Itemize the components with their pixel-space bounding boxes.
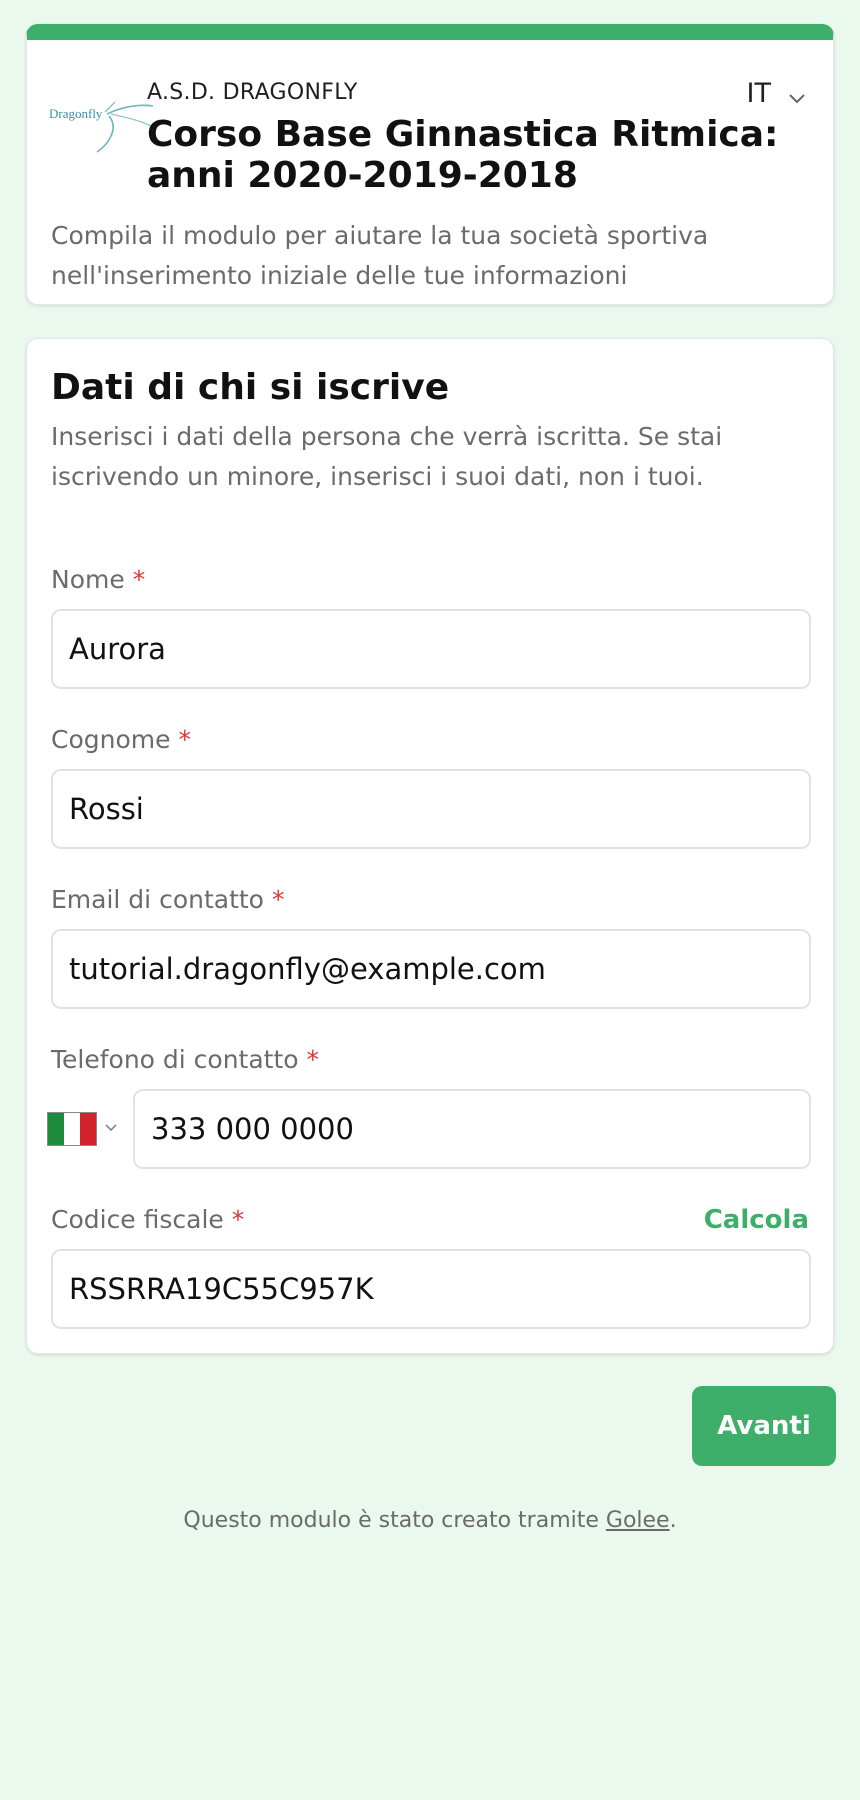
next-button[interactable]: Avanti [692, 1386, 836, 1466]
language-selector[interactable]: IT [747, 78, 807, 109]
email-label-text: Email di contatto [51, 885, 264, 914]
section-description: Inserisci i dati della persona che verrà… [51, 422, 723, 491]
required-marker: * [306, 1045, 320, 1074]
codice-fiscale-label-text: Codice fiscale [51, 1205, 224, 1234]
golee-link[interactable]: Golee [606, 1508, 670, 1533]
required-marker: * [132, 565, 146, 594]
cognome-label: Cognome * [51, 725, 191, 754]
calcola-link[interactable]: Calcola [704, 1205, 809, 1235]
footer-note: Questo modulo è stato creato tramite Gol… [0, 1508, 860, 1533]
codice-fiscale-input[interactable] [51, 1249, 811, 1329]
email-label: Email di contatto * [51, 885, 284, 914]
nome-label-text: Nome [51, 565, 125, 594]
email-input[interactable] [51, 929, 811, 1009]
page-subtitle: Compila il modulo per aiutare la tua soc… [51, 221, 709, 290]
italy-flag-icon [47, 1112, 97, 1146]
telefono-label: Telefono di contatto * [51, 1045, 319, 1074]
cognome-input[interactable] [51, 769, 811, 849]
telefono-label-text: Telefono di contatto [51, 1045, 299, 1074]
required-marker: * [231, 1205, 245, 1234]
footer-text-end: . [669, 1508, 677, 1533]
dragonfly-logo: Dragonfly [49, 86, 157, 156]
logo-text: Dragonfly [49, 106, 103, 121]
cognome-label-text: Cognome [51, 725, 171, 754]
telefono-input[interactable] [133, 1089, 811, 1169]
footer-text: Questo modulo è stato creato tramite [183, 1508, 606, 1533]
organization-name: A.S.D. DRAGONFLY [147, 80, 358, 105]
chevron-down-icon [103, 1119, 119, 1139]
country-code-selector[interactable] [47, 1089, 127, 1169]
registrant-form-card: Dati di chi si iscrive Inserisci i dati … [26, 338, 834, 1354]
required-marker: * [271, 885, 285, 914]
page-title: Corso Base Ginnastica Ritmica: anni 2020… [147, 114, 779, 196]
chevron-down-icon [787, 84, 807, 104]
language-code: IT [746, 78, 771, 109]
form-header-card: Dragonfly A.S.D. DRAGONFLY IT Corso Base… [26, 24, 834, 305]
codice-fiscale-label: Codice fiscale * [51, 1205, 244, 1234]
section-title: Dati di chi si iscrive [51, 367, 450, 408]
nome-label: Nome * [51, 565, 145, 594]
nome-input[interactable] [51, 609, 811, 689]
required-marker: * [178, 725, 191, 754]
